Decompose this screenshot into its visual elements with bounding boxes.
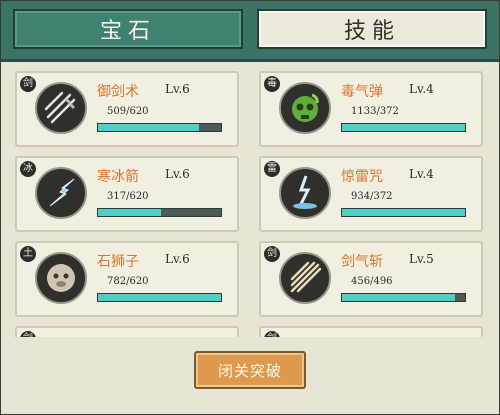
skill-progress-count: 509/620 (107, 106, 149, 117)
skill-list[interactable]: 剑 御剑术 Lv.6 509/620 毒 毒气弹 Lv.4 1133/372 冰 (7, 65, 495, 337)
skill-progress-count: 1133/372 (351, 106, 399, 117)
skill-progress-bar (341, 293, 466, 302)
tab-skill[interactable]: 技能 (257, 9, 487, 49)
skill-level: Lv.6 (165, 252, 190, 266)
element-badge: 剑 (20, 76, 36, 92)
ice-arrow-icon (35, 167, 87, 219)
skill-progress-count: 317/620 (107, 191, 149, 202)
skill-progress-count: 934/372 (351, 191, 393, 202)
skill-panel: 宝石 技能 剑 御剑术 Lv.6 509/620 毒 毒气弹 Lv.4 1133… (0, 0, 500, 415)
skill-progress-count: 782/620 (107, 276, 149, 287)
element-badge: 毒 (264, 76, 280, 92)
skill-card-duqidan[interactable]: 毒 毒气弹 Lv.4 1133/372 (259, 71, 483, 147)
skill-name: 毒气弹 (341, 84, 383, 100)
skill-name: 御剑术 (97, 84, 139, 100)
skill-name: 惊雷咒 (341, 169, 383, 185)
skill-card-shishizi[interactable]: 土 石狮子 Lv.6 782/620 (15, 241, 239, 317)
skill-progress-bar (97, 208, 222, 217)
skill-progress-bar (97, 123, 222, 132)
skill-card-partial[interactable]: 剑 (15, 326, 239, 337)
skill-name: 寒冰箭 (97, 169, 139, 185)
skill-card-jianqizhan[interactable]: 剑 剑气斩 Lv.5 456/496 (259, 241, 483, 317)
skill-progress-bar (341, 123, 466, 132)
breakthrough-button[interactable]: 闭关突破 (194, 351, 306, 389)
skill-level: Lv.4 (409, 82, 434, 96)
skill-progress-fill (342, 124, 465, 131)
skill-level: Lv.6 (165, 82, 190, 96)
skill-progress-count: 456/496 (351, 276, 393, 287)
sword-qi-icon (279, 252, 331, 304)
tab-bar: 宝石 技能 (1, 1, 499, 62)
element-badge: 雷 (264, 161, 280, 177)
skill-level: Lv.5 (409, 252, 434, 266)
skill-card-jingleizhou[interactable]: 雷 惊雷咒 Lv.4 934/372 (259, 156, 483, 232)
skill-name: 剑气斩 (341, 254, 383, 270)
lightning-icon (279, 167, 331, 219)
skill-card-yujianshu[interactable]: 剑 御剑术 Lv.6 509/620 (15, 71, 239, 147)
skill-card-hanbingjian[interactable]: 冰 寒冰箭 Lv.6 317/620 (15, 156, 239, 232)
poison-skull-icon (279, 82, 331, 134)
stone-lion-icon (35, 252, 87, 304)
skill-progress-fill (98, 294, 221, 301)
skill-progress-fill (342, 294, 456, 301)
skill-card-partial[interactable]: 剑 (259, 326, 483, 337)
skill-progress-bar (341, 208, 466, 217)
element-badge: 冰 (20, 161, 36, 177)
skill-level: Lv.4 (409, 167, 434, 181)
element-badge: 土 (20, 246, 36, 262)
skill-level: Lv.6 (165, 167, 190, 181)
skill-progress-fill (98, 124, 199, 131)
flying-swords-icon (35, 82, 87, 134)
skill-progress-fill (342, 209, 465, 216)
skill-progress-bar (97, 293, 222, 302)
footer: 闭关突破 (1, 337, 499, 414)
skill-progress-fill (98, 209, 161, 216)
tab-gem[interactable]: 宝石 (13, 9, 243, 49)
element-badge: 剑 (264, 246, 280, 262)
skill-name: 石狮子 (97, 254, 139, 270)
